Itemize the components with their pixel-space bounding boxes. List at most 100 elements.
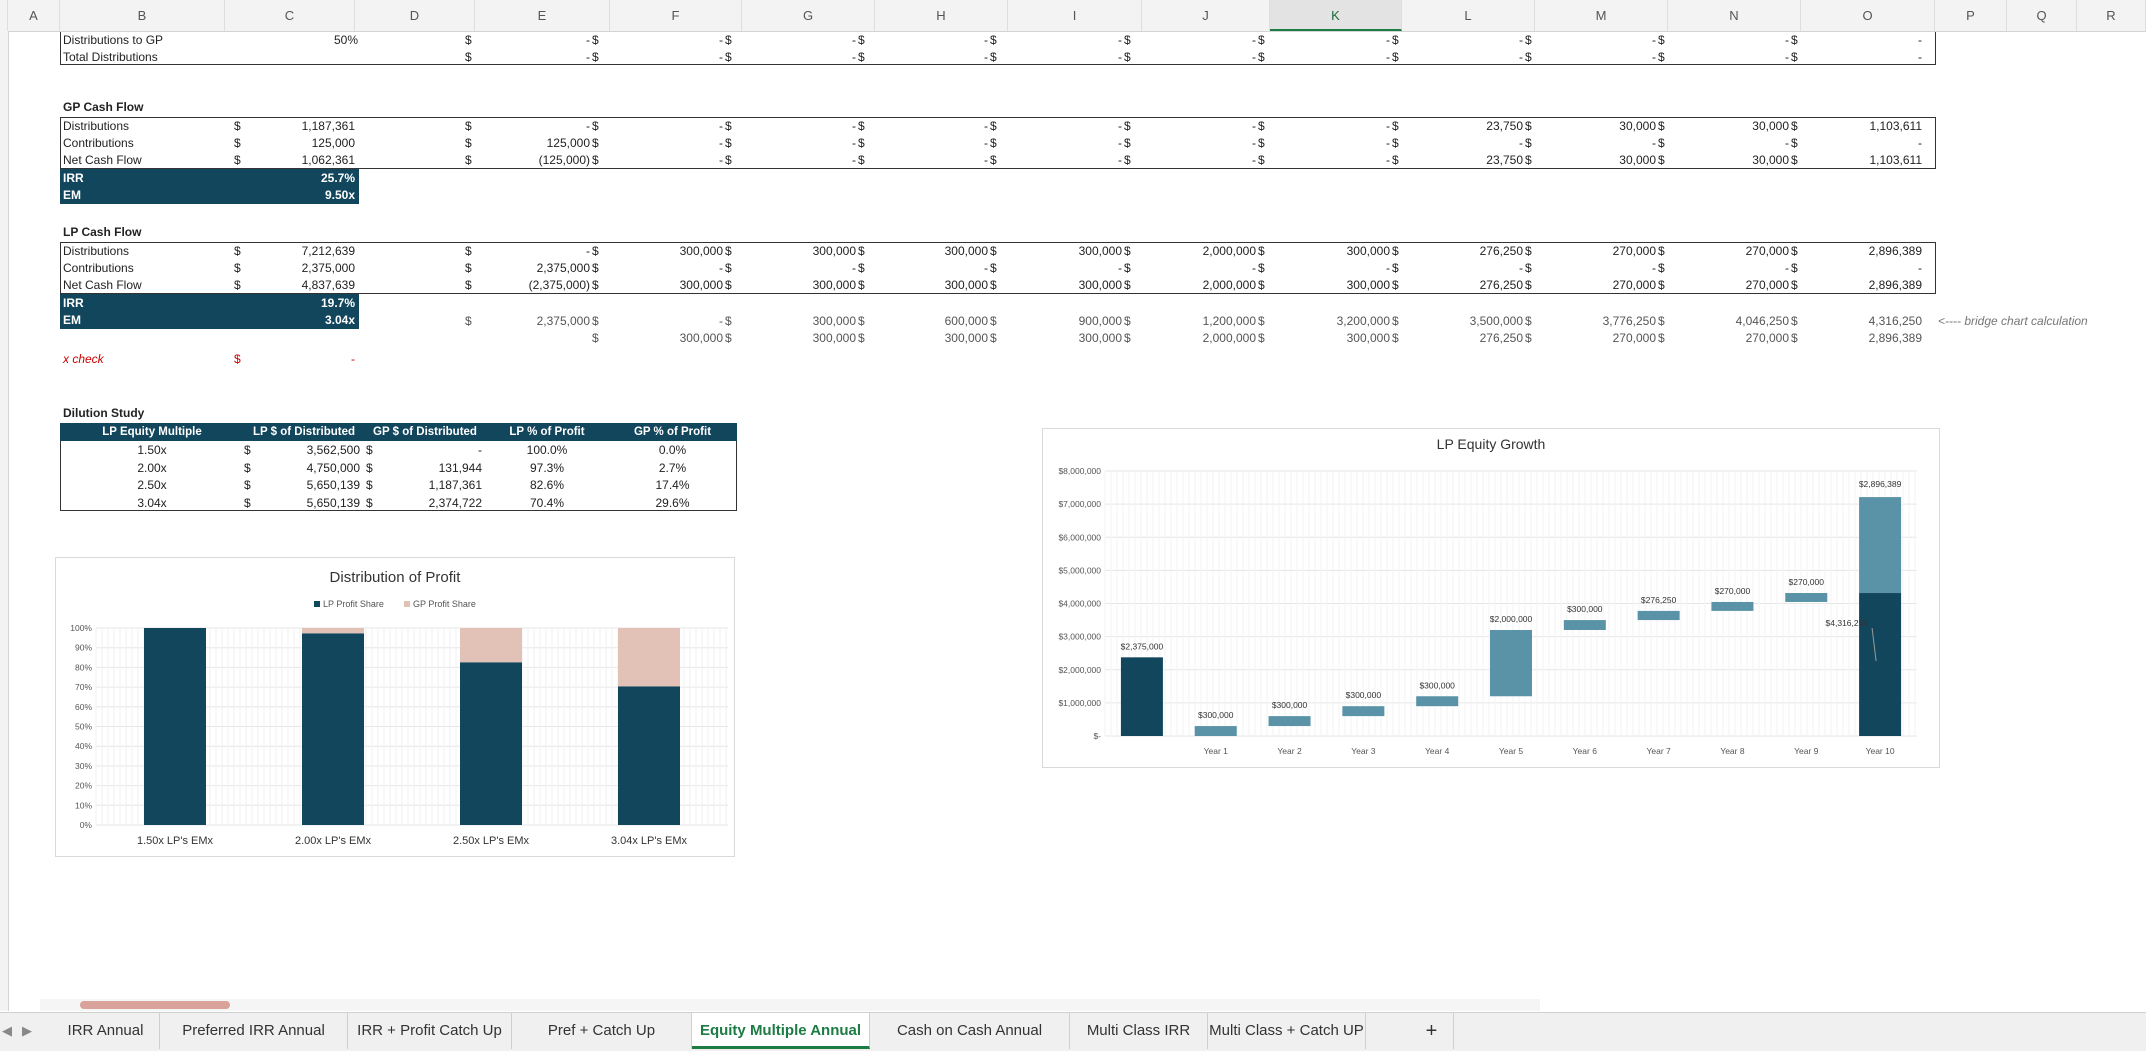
dilution-cell[interactable]: 2.50x: [60, 477, 244, 493]
cell-value[interactable]: -: [1400, 49, 1523, 65]
cell-value[interactable]: 300,000: [1266, 277, 1390, 293]
cell-value[interactable]: -: [1266, 49, 1390, 65]
lp-em-value[interactable]: 3.04x: [258, 312, 355, 328]
dilution-cell[interactable]: 4,750,000: [244, 460, 360, 476]
cell-value[interactable]: -: [1266, 118, 1390, 134]
sheet-tab-multi-class-catch-up[interactable]: Multi Class + Catch UP: [1208, 1013, 1366, 1049]
cell-value[interactable]: -: [866, 135, 988, 151]
lp-irr-value[interactable]: 19.7%: [258, 295, 355, 311]
cell-value[interactable]: 276,250: [1400, 277, 1523, 293]
cell-value[interactable]: 125,000: [473, 135, 590, 151]
bridge-cell[interactable]: 2,000,000: [1132, 330, 1256, 346]
column-header-d[interactable]: D: [355, 0, 475, 31]
cell-value[interactable]: 270,000: [1666, 277, 1789, 293]
scroll-tabs-left-icon[interactable]: ◀: [2, 1023, 12, 1039]
cell-value[interactable]: -: [1266, 260, 1390, 276]
cell-value[interactable]: 30,000: [1666, 118, 1789, 134]
cell-value[interactable]: -: [866, 49, 988, 65]
column-header-o[interactable]: O: [1801, 0, 1935, 31]
cell-value[interactable]: (2,375,000): [473, 277, 590, 293]
bridge-cell[interactable]: 300,000: [733, 330, 856, 346]
distribution-of-profit-chart[interactable]: Distribution of Profit LP Profit Share GP …: [55, 557, 735, 857]
cell-value[interactable]: -: [866, 32, 988, 48]
bridge-cell[interactable]: 300,000: [866, 330, 988, 346]
cell-value[interactable]: -: [1799, 260, 1922, 276]
dilution-cell[interactable]: 131,944: [364, 460, 482, 476]
bridge-cell[interactable]: 3,200,000: [1266, 313, 1390, 329]
bridge-cell[interactable]: 276,250: [1400, 330, 1523, 346]
cell-value[interactable]: -: [998, 152, 1122, 168]
cell-value[interactable]: -: [1266, 152, 1390, 168]
cell-value[interactable]: -: [998, 49, 1122, 65]
cell-value[interactable]: 2,375,000: [473, 260, 590, 276]
bridge-cell[interactable]: 4,046,250: [1666, 313, 1789, 329]
cell-value[interactable]: -: [473, 49, 590, 65]
bridge-cell[interactable]: 4,316,250: [1799, 313, 1922, 329]
dilution-cell[interactable]: 5,650,139: [244, 495, 360, 511]
dilution-cell[interactable]: 1.50x: [60, 442, 244, 458]
row-label[interactable]: Net Cash Flow: [63, 152, 142, 168]
sheet-tab-pref-catch-up[interactable]: Pref + Catch Up: [512, 1013, 692, 1049]
dilution-cell[interactable]: 17.4%: [608, 477, 737, 493]
cell-value[interactable]: -: [1799, 135, 1922, 151]
cell-value[interactable]: -: [1666, 135, 1789, 151]
bridge-cell[interactable]: 270,000: [1533, 330, 1656, 346]
cell-value[interactable]: -: [1666, 260, 1789, 276]
column-header-p[interactable]: P: [1935, 0, 2007, 31]
gp-em-value[interactable]: 9.50x: [258, 187, 355, 203]
cell-value[interactable]: -: [733, 135, 856, 151]
row-label[interactable]: Contributions: [63, 260, 134, 276]
scroll-tabs-right-icon[interactable]: ▶: [22, 1023, 32, 1039]
cell-value[interactable]: -: [1400, 260, 1523, 276]
cell-value[interactable]: -: [600, 49, 723, 65]
cell-value[interactable]: 300,000: [600, 277, 723, 293]
bridge-cell[interactable]: 300,000: [998, 330, 1122, 346]
column-header-k[interactable]: K: [1270, 0, 1402, 31]
column-header-g[interactable]: G: [742, 0, 875, 31]
cell-value[interactable]: 1,187,361: [258, 118, 355, 134]
cell-value[interactable]: -: [733, 32, 856, 48]
cell-value[interactable]: -: [600, 260, 723, 276]
cell-value[interactable]: -: [473, 243, 590, 259]
cell-value[interactable]: 1,103,611: [1799, 152, 1923, 168]
bridge-cell[interactable]: 1,200,000: [1132, 313, 1256, 329]
column-header-a[interactable]: A: [8, 0, 60, 31]
sheet-tab-multi-class-irr[interactable]: Multi Class IRR: [1070, 1013, 1208, 1049]
column-header-r[interactable]: R: [2077, 0, 2146, 31]
cell-value[interactable]: -: [473, 32, 590, 48]
column-header-f[interactable]: F: [610, 0, 742, 31]
cell-value[interactable]: -: [1132, 135, 1256, 151]
cell-value[interactable]: -: [998, 32, 1122, 48]
sheet-tab-irr-profit-catch-up[interactable]: IRR + Profit Catch Up: [348, 1013, 512, 1049]
cell-value[interactable]: 50%: [258, 32, 358, 48]
cell-value[interactable]: 300,000: [866, 277, 988, 293]
cell-value[interactable]: 23,750: [1400, 152, 1523, 168]
dilution-cell[interactable]: 97.3%: [486, 460, 608, 476]
cell-value[interactable]: 270,000: [1666, 243, 1789, 259]
cell-value[interactable]: -: [1400, 32, 1523, 48]
cell-value[interactable]: 2,896,389: [1799, 277, 1922, 293]
cell-value[interactable]: 23,750: [1400, 118, 1523, 134]
cell-value[interactable]: -: [1533, 49, 1656, 65]
cell-value[interactable]: -: [600, 118, 723, 134]
cell-value[interactable]: -: [1799, 49, 1922, 65]
cell-value[interactable]: -: [1132, 49, 1256, 65]
column-header-l[interactable]: L: [1402, 0, 1535, 31]
cell-value[interactable]: 300,000: [866, 243, 988, 259]
dilution-cell[interactable]: 0.0%: [608, 442, 737, 458]
dilution-cell[interactable]: 82.6%: [486, 477, 608, 493]
cell-value[interactable]: 30,000: [1666, 152, 1789, 168]
dilution-cell[interactable]: 100.0%: [486, 442, 608, 458]
cell-value[interactable]: 30,000: [1533, 152, 1656, 168]
cell-value[interactable]: -: [866, 260, 988, 276]
cell-value[interactable]: -: [1132, 32, 1256, 48]
column-header-c[interactable]: C: [225, 0, 355, 31]
dilution-cell[interactable]: 5,650,139: [244, 477, 360, 493]
bridge-cell[interactable]: 300,000: [600, 330, 723, 346]
column-header-q[interactable]: Q: [2007, 0, 2077, 31]
sheet-grid[interactable]: Distributions to GP 50% Total Distributi…: [8, 32, 2146, 1000]
cell-value[interactable]: 300,000: [998, 243, 1122, 259]
row-label[interactable]: Net Cash Flow: [63, 277, 142, 293]
cell-value[interactable]: 2,375,000: [258, 260, 355, 276]
row-label[interactable]: Distributions: [63, 243, 129, 259]
